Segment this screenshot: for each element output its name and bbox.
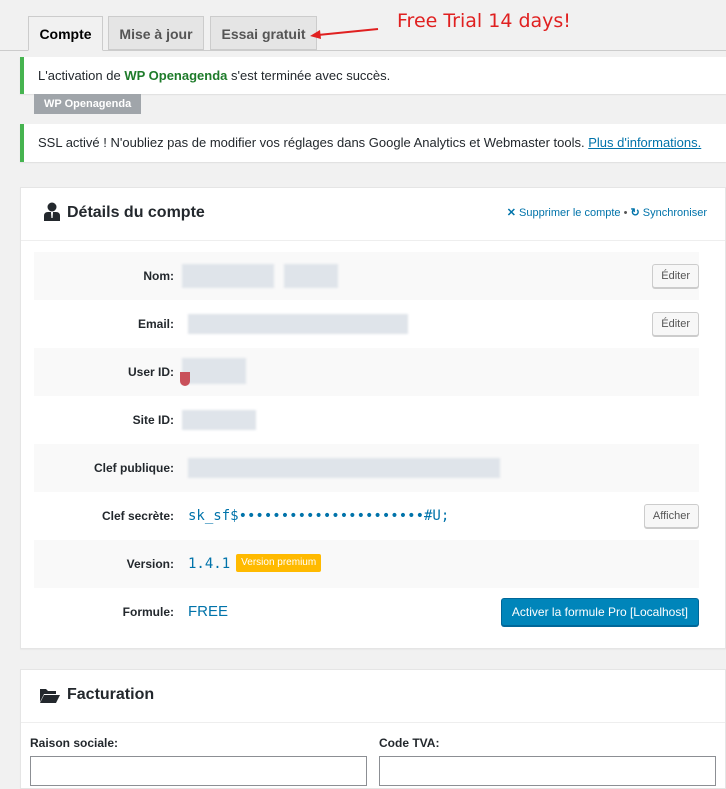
row-public-key: Clef publique: — [34, 444, 699, 492]
billing-box-header: Facturation — [21, 670, 725, 723]
sync-link[interactable]: ↻ Synchroniser — [631, 207, 707, 219]
folder-open-icon — [40, 689, 60, 703]
annotation-text: Free Trial 14 days! — [397, 10, 571, 32]
user-id-redacted — [182, 358, 246, 384]
plan-value: FREE — [188, 603, 229, 620]
row-user-id: User ID: — [34, 348, 699, 396]
company-name-label: Raison sociale: — [30, 736, 119, 750]
account-box-title: Détails du compte — [67, 204, 205, 221]
ssl-more-info-link[interactable]: Plus d'informations. — [588, 135, 701, 150]
label-plan: Formule: — [122, 605, 174, 619]
site-id-redacted — [182, 410, 256, 430]
sync-icon: ↻ — [630, 207, 640, 219]
row-secret-key: Clef secrète: sk_sf$••••••••••••••••••••… — [34, 492, 699, 540]
vat-code-input[interactable] — [379, 756, 716, 786]
row-email: Email: Éditer — [34, 300, 699, 348]
email-redacted — [188, 314, 408, 334]
version-value-wrap: 1.4.1 Version premium — [188, 540, 322, 588]
delete-account-link[interactable]: ✕ Supprimer le compte — [507, 207, 621, 219]
close-icon: ✕ — [506, 207, 516, 219]
notice-prefix: L'activation de — [38, 68, 125, 83]
label-name: Nom: — [143, 269, 174, 283]
row-site-id: Site ID: — [34, 396, 699, 444]
label-site-id: Site ID: — [132, 413, 174, 427]
label-version: Version: — [126, 557, 174, 571]
user-id-redacted-mark — [180, 372, 190, 386]
label-secret-key: Clef secrète: — [101, 509, 174, 523]
row-plan: Formule: FREE Activer la formule Pro [Lo… — [34, 588, 699, 636]
company-name-input[interactable] — [30, 756, 367, 786]
row-version: Version: 1.4.1 Version premium — [34, 540, 699, 588]
version-value: 1.4.1 — [188, 556, 231, 572]
tabs-divider — [0, 50, 726, 51]
ssl-notice-text: SSL activé ! N'oubliez pas de modifier v… — [38, 135, 589, 150]
row-name: Nom: Éditer — [34, 252, 699, 300]
sync-label: Synchroniser — [642, 207, 707, 219]
surname-redacted — [284, 264, 338, 288]
name-redacted — [182, 264, 274, 288]
account-actions: ✕ Supprimer le compte • ↻ Synchroniser — [507, 206, 707, 219]
label-user-id: User ID: — [127, 365, 174, 379]
actions-separator: • — [623, 207, 628, 219]
tab-essai-gratuit[interactable]: Essai gratuit — [210, 16, 317, 50]
billing-box-title: Facturation — [67, 686, 155, 703]
secret-key-value: sk_sf$••••••••••••••••••••••#U; — [188, 508, 450, 524]
public-key-redacted — [188, 458, 500, 478]
upgrade-pro-button[interactable]: Activer la formule Pro [Localhost] — [500, 598, 699, 626]
account-details-box: Détails du compte ✕ Supprimer le compte … — [20, 187, 726, 649]
user-icon — [44, 202, 60, 221]
tab-mise-a-jour[interactable]: Mise à jour — [108, 16, 204, 50]
vat-code-label: Code TVA: — [379, 736, 440, 750]
label-email: Email: — [137, 317, 174, 331]
edit-name-button[interactable]: Éditer — [652, 264, 699, 288]
tab-compte[interactable]: Compte — [28, 16, 103, 51]
premium-badge: Version premium — [236, 554, 322, 572]
delete-account-label: Supprimer le compte — [519, 207, 621, 219]
plugin-badge: WP Openagenda — [34, 94, 142, 114]
label-public-key: Clef publique: — [94, 461, 174, 475]
edit-email-button[interactable]: Éditer — [652, 312, 699, 336]
notice-suffix: s'est terminée avec succès. — [227, 68, 391, 83]
activation-notice: L'activation de WP Openagenda s'est term… — [20, 57, 726, 94]
ssl-notice: SSL activé ! N'oubliez pas de modifier v… — [20, 124, 726, 162]
notice-plugin-name: WP Openagenda — [124, 68, 228, 83]
show-secret-key-button[interactable]: Afficher — [643, 504, 699, 528]
account-box-header: Détails du compte ✕ Supprimer le compte … — [21, 188, 725, 241]
annotation-arrow-icon — [310, 28, 379, 39]
